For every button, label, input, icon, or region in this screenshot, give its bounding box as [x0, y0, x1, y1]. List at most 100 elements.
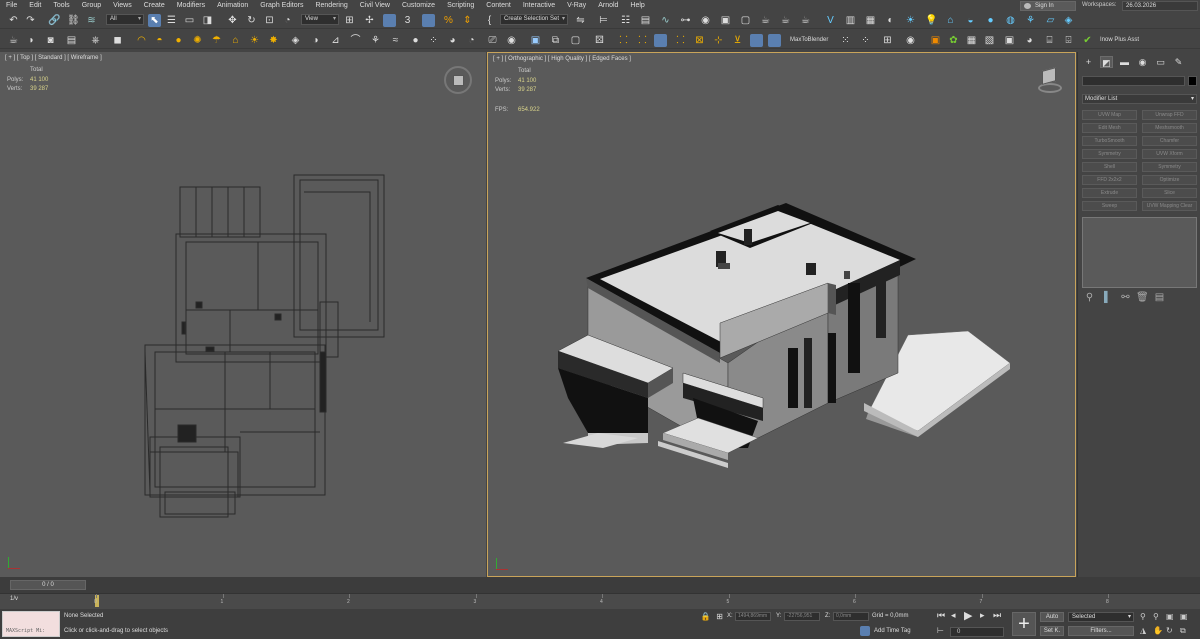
modifier-button[interactable]: FFD 2x2x2: [1082, 175, 1137, 185]
vray-light-lister-icon[interactable]: ◐: [885, 15, 896, 26]
menu-views[interactable]: Views: [107, 0, 138, 12]
modify-tab-icon[interactable]: ◩: [1100, 56, 1113, 68]
place-icon[interactable]: ◔: [282, 15, 293, 26]
sphere-icon[interactable]: ●: [410, 35, 421, 46]
menu-rendering[interactable]: Rendering: [309, 0, 353, 12]
pin-stack-icon[interactable]: ⚲: [1084, 292, 1095, 303]
snap-grid-icon[interactable]: ⊹: [713, 35, 724, 46]
viewport-top[interactable]: [ + ] [ Top ] [ Standard ] [ Wireframe ]…: [0, 52, 486, 577]
maximize-viewport-icon[interactable]: ⧉: [1180, 626, 1186, 636]
object-color-swatch[interactable]: [1188, 76, 1197, 86]
menu-content[interactable]: Content: [480, 0, 517, 12]
modifier-button[interactable]: Shell: [1082, 162, 1137, 172]
inow-plus-label[interactable]: Inow Plus Asst: [1100, 37, 1139, 43]
environment-icon[interactable]: ◔: [466, 35, 477, 46]
x-coord-field[interactable]: 1494,869mm: [735, 612, 771, 621]
remove-modifier-icon[interactable]: 🗑: [1136, 292, 1149, 303]
tool-f-icon[interactable]: ⌹: [1063, 35, 1074, 46]
render-iterative-icon[interactable]: ☕: [780, 15, 791, 26]
track-bar[interactable]: 1/v 0123456789: [0, 593, 1200, 609]
create-tab-icon[interactable]: +: [1082, 56, 1095, 68]
select-manipulate-icon[interactable]: ✢: [364, 15, 375, 26]
bind-spacewarp-icon[interactable]: ≋: [86, 15, 97, 26]
menu-v-ray[interactable]: V-Ray: [561, 0, 592, 12]
snap-pivot-icon[interactable]: ⊻: [732, 35, 743, 46]
rect-select-icon[interactable]: ▭: [184, 15, 195, 26]
vray-plane-icon[interactable]: ▱: [1045, 15, 1056, 26]
set-key-button[interactable]: Set K.: [1040, 626, 1064, 636]
tool-c-icon[interactable]: ▣: [1004, 35, 1015, 46]
mirror-icon[interactable]: ⇋: [575, 15, 586, 26]
pivot-icon[interactable]: ⊞: [344, 15, 355, 26]
unlink-icon[interactable]: ⛓: [67, 15, 80, 26]
vray-frame-buffer-icon[interactable]: ▥: [845, 15, 856, 26]
modifier-button[interactable]: Slice: [1142, 188, 1197, 198]
align-icon[interactable]: ⊨: [598, 15, 609, 26]
pan-icon[interactable]: ✋: [1153, 626, 1163, 635]
grid-dense-icon[interactable]: ⁘: [860, 35, 871, 46]
vray-proxy-icon[interactable]: ◍: [1005, 15, 1016, 26]
orbit-icon[interactable]: ↻: [1166, 626, 1173, 635]
inow-plus-icon[interactable]: ✔: [1082, 35, 1093, 46]
window-crossing-icon[interactable]: ◨: [202, 15, 213, 26]
snap-endpoint-icon[interactable]: ⸬: [637, 35, 648, 46]
hierarchy-tab-icon[interactable]: ▬: [1118, 56, 1131, 68]
modifier-button[interactable]: Symmetry: [1142, 162, 1197, 172]
grid-dots-icon[interactable]: ⁙: [840, 35, 851, 46]
keyboard-shortcut-toggle[interactable]: [383, 14, 396, 27]
rendered-frame-icon[interactable]: ▢: [740, 15, 751, 26]
redo-icon[interactable]: ↷: [25, 15, 36, 26]
go-to-end-icon[interactable]: ⏭: [993, 610, 1001, 621]
maxscript-listener[interactable]: MAXScript Mi:: [2, 611, 60, 637]
display-tab-icon[interactable]: ▭: [1154, 56, 1167, 68]
menu-scripting[interactable]: Scripting: [441, 0, 480, 12]
arnold-fog-icon[interactable]: ≈: [390, 35, 401, 46]
key-filters-button[interactable]: Filters...: [1068, 626, 1134, 636]
max-to-blender-label[interactable]: MaxToBlender: [790, 37, 828, 43]
modifier-button[interactable]: Optimize: [1142, 175, 1197, 185]
snaps-3d-icon[interactable]: 3: [402, 15, 413, 26]
scale-icon[interactable]: ⊡: [264, 15, 275, 26]
railclone-icon[interactable]: ✿: [948, 35, 959, 46]
add-time-tag[interactable]: Add Time Tag: [874, 628, 911, 634]
teapot-icon[interactable]: ☕: [8, 35, 19, 46]
tool-e-icon[interactable]: ⌸: [1044, 35, 1055, 46]
video-icon[interactable]: ◼: [112, 35, 123, 46]
script-icon[interactable]: ▣: [530, 35, 541, 46]
modifier-button[interactable]: UVW Map: [1082, 110, 1137, 120]
modifier-button[interactable]: Unwrap FFD: [1142, 110, 1197, 120]
menu-tools[interactable]: Tools: [47, 0, 75, 12]
modifier-button[interactable]: TurboSmooth: [1082, 136, 1137, 146]
move-icon[interactable]: ✥: [227, 15, 238, 26]
modifier-list-dropdown[interactable]: Modifier List: [1082, 94, 1197, 104]
snap-midpoint-toggle[interactable]: [654, 34, 667, 47]
vray-logo-icon[interactable]: ◉: [506, 35, 517, 46]
tool-d-icon[interactable]: ◕: [1024, 35, 1035, 46]
wire-color-icon[interactable]: ⧉: [550, 35, 561, 46]
scene-converter-icon[interactable]: ⎚: [487, 35, 498, 46]
photometric-icon[interactable]: ✸: [268, 35, 279, 46]
prev-frame-icon[interactable]: ◂: [951, 610, 956, 621]
set-key-big-button[interactable]: +: [1012, 612, 1036, 636]
modifier-button[interactable]: Chamfer: [1142, 136, 1197, 146]
lock-selection-icon[interactable]: 🔒: [700, 611, 711, 622]
viewcube-orbit[interactable]: [1034, 67, 1066, 95]
y-coord-field[interactable]: -22756,951: [784, 612, 820, 621]
edit-named-sets-icon[interactable]: {: [484, 15, 495, 26]
zoom-all-icon[interactable]: ⚲: [1153, 612, 1159, 621]
angle-snap-toggle[interactable]: [422, 14, 435, 27]
key-mode-icon[interactable]: ⊢: [937, 626, 944, 635]
menu-graph-editors[interactable]: Graph Editors: [254, 0, 309, 12]
menu-help[interactable]: Help: [624, 0, 650, 12]
current-frame-field[interactable]: 0: [950, 627, 1004, 637]
material-ball-icon[interactable]: ◕: [447, 35, 458, 46]
go-to-start-icon[interactable]: ⏮: [937, 610, 945, 621]
utilities-tab-icon[interactable]: ✎: [1172, 56, 1185, 68]
configure-modifier-sets-icon[interactable]: ▤: [1154, 292, 1165, 303]
render-production-icon[interactable]: ☕: [760, 15, 771, 26]
sign-in-button[interactable]: Sign In: [1020, 1, 1076, 11]
menu-create[interactable]: Create: [138, 0, 171, 12]
layer-explorer-icon[interactable]: ☷: [620, 15, 631, 26]
vray-sun-icon[interactable]: ☀: [905, 15, 916, 26]
spinner-snap-icon[interactable]: ⇕: [462, 15, 473, 26]
